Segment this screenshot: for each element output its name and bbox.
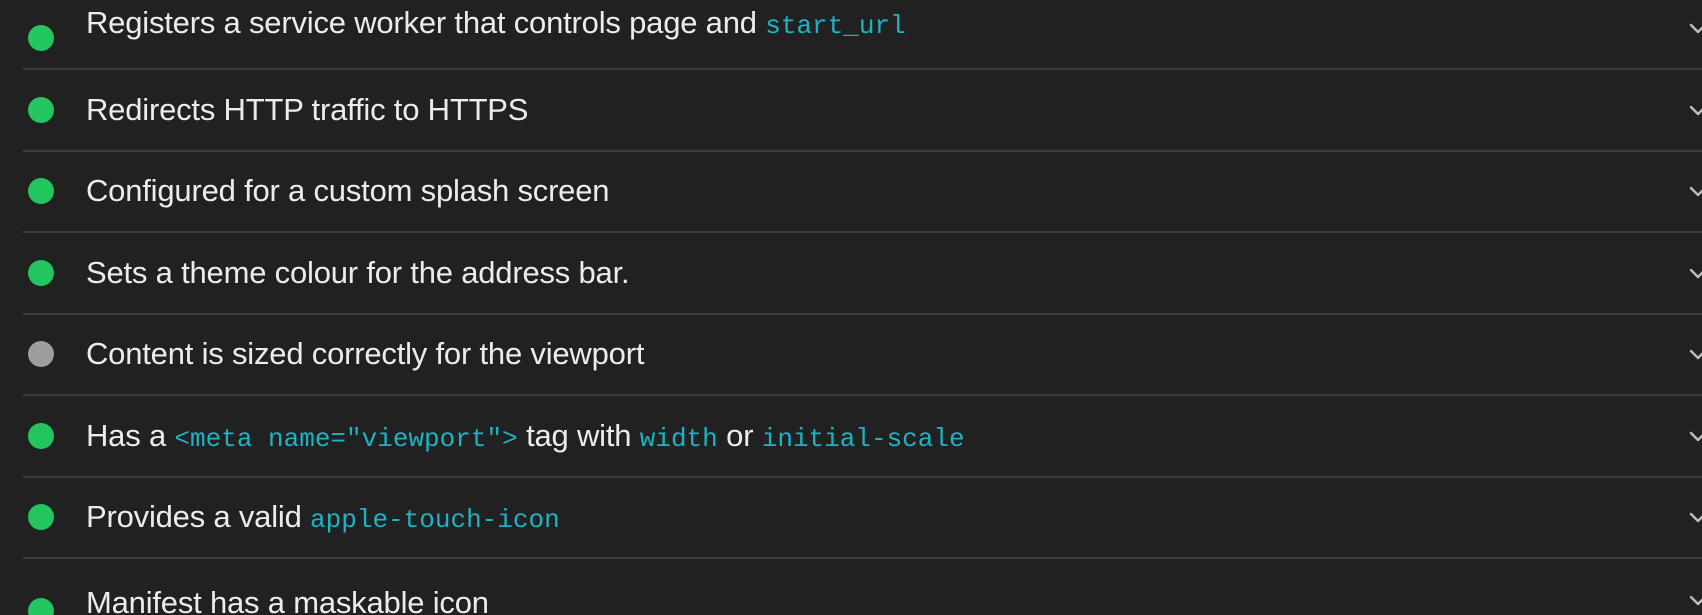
pass-status-icon — [28, 422, 54, 449]
audit-title: Registers a service worker that controls… — [86, 5, 906, 41]
audit-list: Registers a service worker that controls… — [23, 0, 1702, 615]
audit-item[interactable]: Redirects HTTP traffic to HTTPS — [23, 70, 1702, 152]
chevron-down-icon[interactable] — [1688, 100, 1702, 120]
audit-item[interactable]: Manifest has a maskable icon — [23, 559, 1702, 615]
pass-status-icon — [28, 96, 54, 123]
audit-item[interactable]: Has a <meta name="viewport"> tag with wi… — [23, 396, 1702, 478]
audit-title-text: Registers a service worker that controls… — [86, 5, 766, 40]
chevron-down-icon[interactable] — [1688, 590, 1702, 610]
audit-item[interactable]: Registers a service worker that controls… — [23, 0, 1702, 70]
pass-status-icon — [28, 178, 54, 205]
audit-title: Has a <meta name="viewport"> tag with wi… — [86, 418, 965, 454]
audit-title: Manifest has a maskable icon — [86, 585, 489, 615]
audit-item[interactable]: Content is sized correctly for the viewp… — [23, 315, 1702, 396]
pass-status-icon — [28, 597, 54, 615]
code-snippet: initial-scale — [761, 423, 965, 454]
audit-title-text: Configured for a custom splash screen — [86, 173, 610, 209]
pass-status-icon — [28, 25, 54, 51]
audit-title-text: Manifest has a maskable icon — [86, 584, 489, 615]
audit-panel: Registers a service worker that controls… — [0, 0, 1702, 615]
not-applicable-status-icon — [28, 341, 54, 368]
code-snippet: start_url — [765, 11, 906, 41]
code-snippet: width — [639, 423, 718, 454]
chevron-down-icon[interactable] — [1688, 344, 1702, 364]
chevron-down-icon[interactable] — [1688, 181, 1702, 201]
audit-title: Redirects HTTP traffic to HTTPS — [86, 92, 528, 128]
audit-title-text: or — [717, 417, 762, 453]
audit-title: Sets a theme colour for the address bar. — [86, 254, 630, 291]
audit-title-text: Has a — [86, 417, 175, 453]
chevron-down-icon[interactable] — [1688, 263, 1702, 283]
audit-title-text: Sets a theme colour for the address bar. — [86, 254, 630, 290]
audit-title: Content is sized correctly for the viewp… — [86, 336, 644, 372]
pass-status-icon — [28, 259, 54, 286]
audit-title-text: Content is sized correctly for the viewp… — [86, 336, 645, 372]
code-snippet: apple-touch-icon — [310, 505, 560, 536]
audit-title-text: tag with — [517, 417, 640, 453]
chevron-down-icon[interactable] — [1688, 426, 1702, 446]
audit-title-text: Redirects HTTP traffic to HTTPS — [86, 91, 529, 127]
audit-item[interactable]: Configured for a custom splash screen — [23, 152, 1702, 233]
audit-item[interactable]: Sets a theme colour for the address bar. — [23, 233, 1702, 315]
audit-title: Provides a valid apple-touch-icon — [86, 499, 560, 535]
audit-title: Configured for a custom splash screen — [86, 173, 610, 209]
pass-status-icon — [28, 504, 54, 531]
code-snippet: <meta name="viewport"> — [174, 423, 518, 454]
chevron-down-icon[interactable] — [1688, 507, 1702, 527]
chevron-down-icon[interactable] — [1688, 18, 1702, 38]
audit-item[interactable]: Provides a valid apple-touch-icon — [23, 478, 1702, 559]
audit-title-text: Provides a valid — [86, 499, 311, 535]
